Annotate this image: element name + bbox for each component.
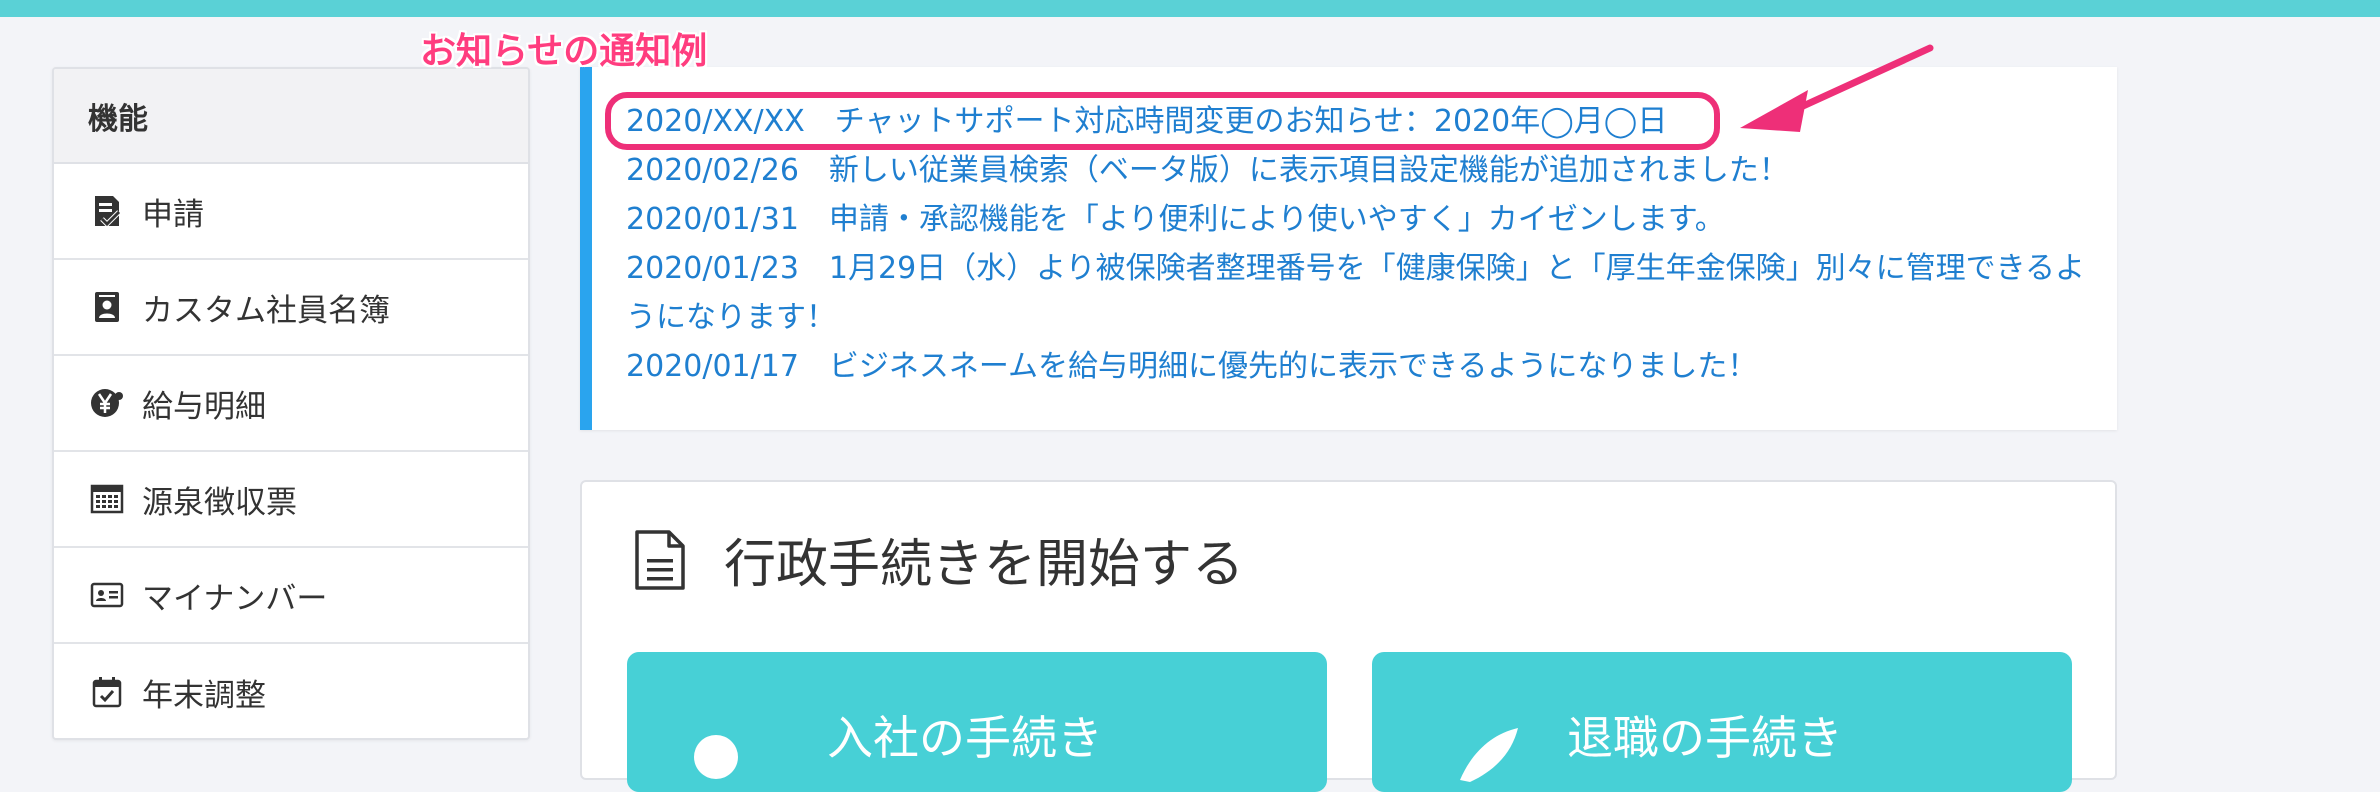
leave-procedure-button[interactable]: 退職の手続き <box>1372 652 2072 792</box>
sidebar-item-application[interactable]: 申請 <box>54 164 528 260</box>
procedures-title: 行政手続きを開始する <box>632 522 1244 597</box>
sidebar-item-label: 源泉徴収票 <box>142 484 297 521</box>
notice-date: 2020/01/23 <box>626 251 799 286</box>
notice-item[interactable]: 2020/01/17 ビジネスネームを給与明細に優先的に表示できるようになりました… <box>626 342 2087 391</box>
notice-text: 1月29日（水）より被保険者整理番号を「健康保険」と「厚生年金保険」別々に管理で… <box>626 251 2085 335</box>
annotation-label: お知らせの通知例 <box>420 31 708 72</box>
join-procedure-label: 入社の手続き <box>827 711 1103 765</box>
notice-text: ビジネスネームを給与明細に優先的に表示できるようになりました！ <box>828 349 1758 384</box>
sidebar-item-label: 申請 <box>142 196 204 233</box>
feature-sidebar: 機能 申請 カスタム社員名簿 給与明細 源泉徴収票 マイナンバー 年末調整 <box>52 67 530 740</box>
sidebar-item-withholding-slip[interactable]: 源泉徴収票 <box>54 452 528 548</box>
notice-text: 申請・承認機能を「より便利により使いやすく」カイゼンします。 <box>828 202 1725 237</box>
sidebar-item-label: カスタム社員名簿 <box>142 292 390 329</box>
sidebar-item-my-number[interactable]: マイナンバー <box>54 548 528 644</box>
rocket-icon <box>1460 728 1518 782</box>
calendar-check-icon <box>90 675 124 709</box>
annotation-arrow-icon <box>1740 44 1934 132</box>
notice-item[interactable]: 2020/02/26 新しい従業員検索（ベータ版）に表示項目設定機能が追加されまし… <box>626 146 2087 195</box>
sidebar-item-payslip[interactable]: 給与明細 <box>54 356 528 452</box>
calculator-icon <box>90 482 124 516</box>
top-bar <box>0 0 2380 17</box>
notice-date: 2020/01/31 <box>626 202 799 237</box>
sidebar-header: 機能 <box>54 69 528 164</box>
sidebar-item-employee-directory[interactable]: カスタム社員名簿 <box>54 260 528 356</box>
yen-icon <box>90 386 124 420</box>
procedures-panel: 行政手続きを開始する 入社の手続き 退職の手続き <box>580 480 2117 792</box>
procedures-title-text: 行政手続きを開始する <box>724 535 1245 595</box>
annotation-highlight-box <box>605 92 1720 150</box>
document-icon <box>635 529 685 590</box>
leave-procedure-label: 退職の手続き <box>1567 711 1843 765</box>
notice-date: 2020/02/26 <box>626 153 799 188</box>
join-procedure-button[interactable]: 入社の手続き <box>627 652 1327 792</box>
notice-text: 新しい従業員検索（ベータ版）に表示項目設定機能が追加されました！ <box>828 153 1789 188</box>
id-badge-icon <box>90 290 124 324</box>
sidebar-item-label: 年末調整 <box>142 677 266 714</box>
notice-item[interactable]: 2020/01/31 申請・承認機能を「より便利により使いやすく」カイゼンします。 <box>626 195 2087 244</box>
sidebar-item-year-end-adjustment[interactable]: 年末調整 <box>54 644 528 738</box>
sidebar-item-label: マイナンバー <box>142 580 328 617</box>
id-card-icon <box>90 578 124 612</box>
checklist-icon <box>90 194 124 228</box>
person-icon <box>694 735 738 779</box>
notice-date: 2020/01/17 <box>626 349 799 384</box>
sidebar-item-label: 給与明細 <box>142 388 266 425</box>
notice-item[interactable]: 2020/01/23 1月29日（水）より被保険者整理番号を「健康保険」と「厚生年… <box>626 244 2087 342</box>
